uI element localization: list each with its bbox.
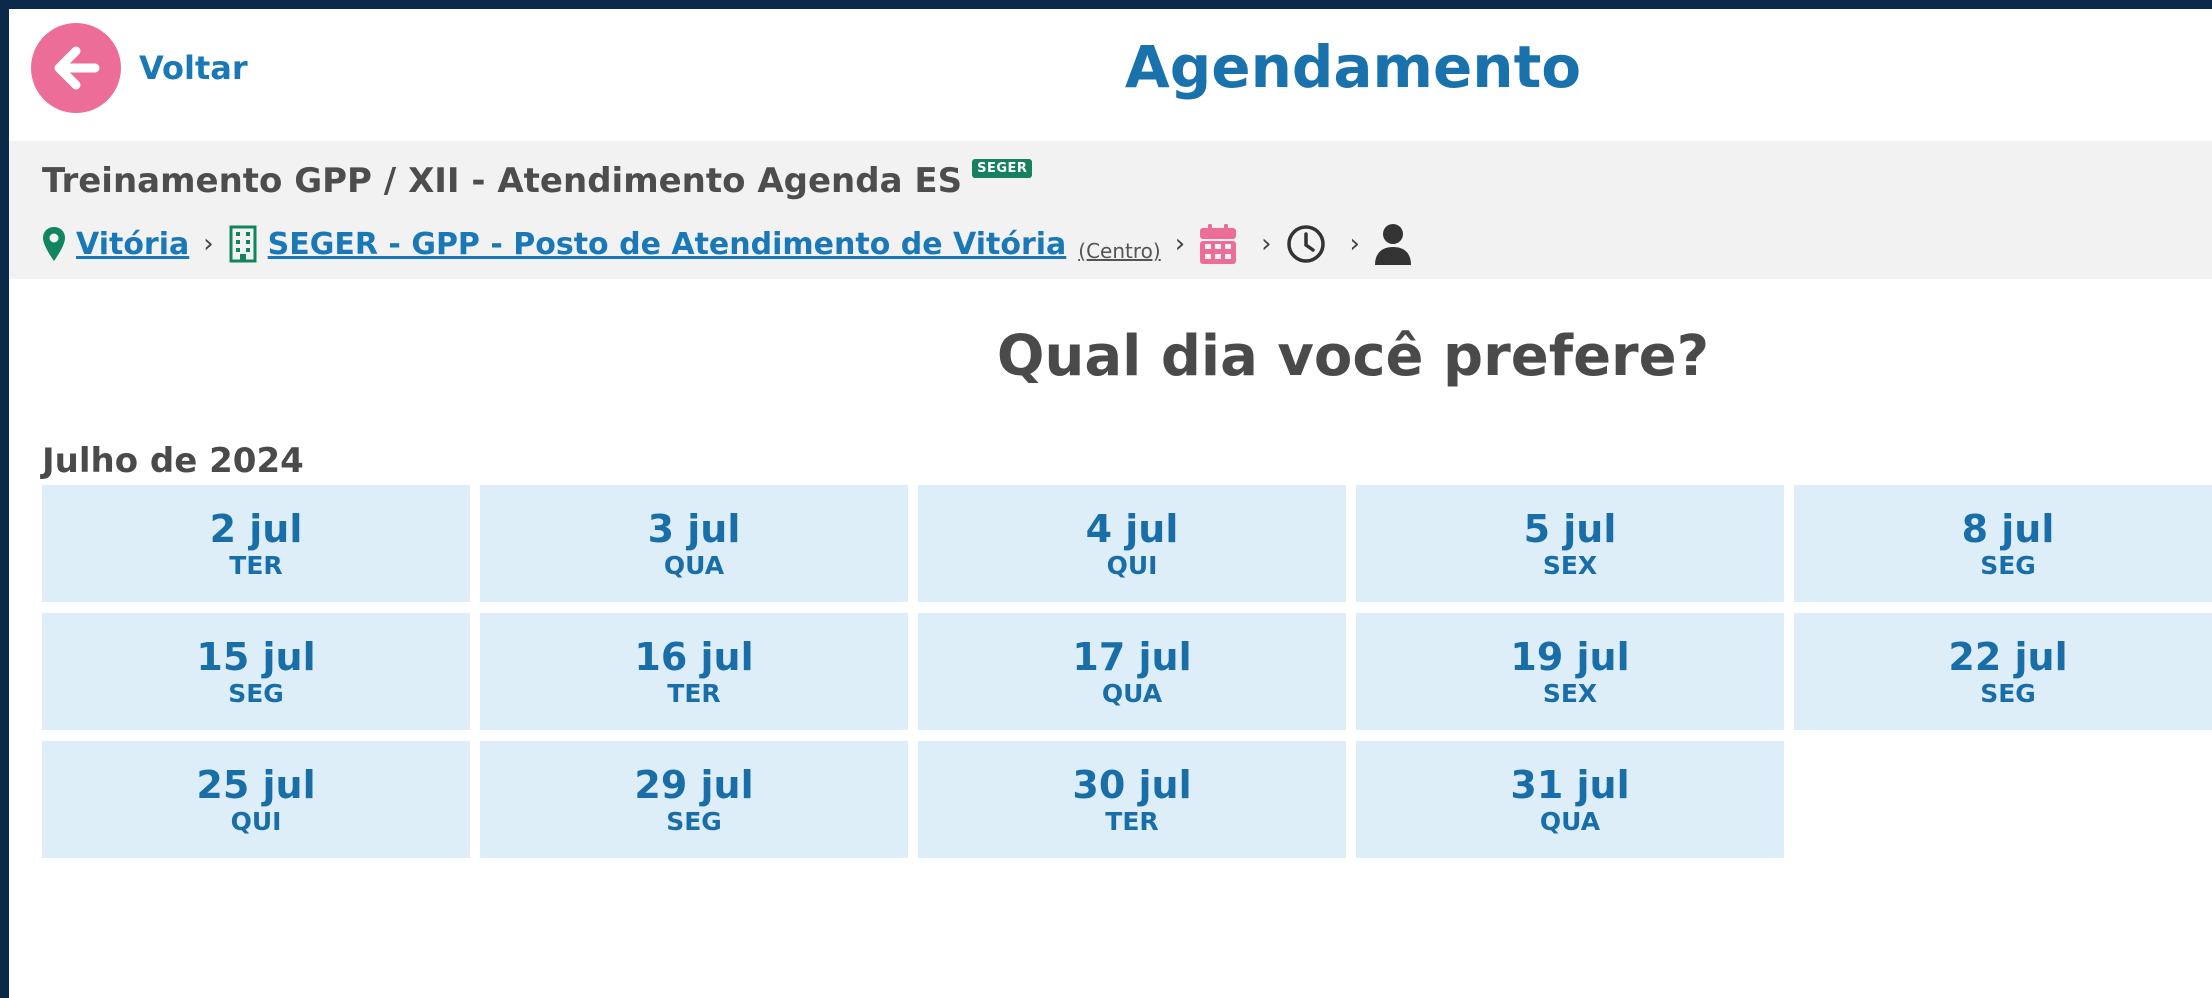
day-date: 19 jul [1510,634,1630,679]
day-option[interactable]: 22 jul SEG [1794,613,2212,730]
day-date: 22 jul [1948,634,2068,679]
day-weekday: QUA [1539,806,1601,836]
day-date: 15 jul [196,634,316,679]
day-date: 31 jul [1510,762,1630,807]
day-weekday: SEG [1980,550,2036,580]
day-option[interactable]: 30 jul TER [918,741,1346,858]
breadcrumb-separator: › [1261,229,1272,259]
question-heading: Qual dia você prefere? [996,324,1710,389]
day-weekday: SEG [1980,678,2036,708]
day-option[interactable]: 15 jul SEG [42,613,470,730]
day-weekday: SEX [1542,550,1598,580]
breadcrumb-separator: › [1349,229,1360,259]
day-option[interactable]: 31 jul QUA [1356,741,1784,858]
day-option[interactable]: 5 jul SEX [1356,485,1784,602]
day-option[interactable]: 3 jul QUA [480,485,908,602]
day-weekday: QUI [230,806,282,836]
day-weekday: QUA [1101,678,1163,708]
day-option[interactable]: 19 jul SEX [1356,613,1784,730]
breadcrumb-separator: › [203,229,214,259]
org-badge: SEGER [972,159,1033,178]
day-option[interactable]: 2 jul TER [42,485,470,602]
day-option[interactable]: 8 jul SEG [1794,485,2212,602]
page-title: Agendamento [1124,33,1582,101]
day-weekday: QUI [1106,550,1158,580]
day-option[interactable]: 4 jul QUI [918,485,1346,602]
day-date: 29 jul [634,762,754,807]
map-pin-icon [42,226,66,262]
day-date: 8 jul [1961,506,2055,551]
service-info-bar: Treinamento GPP / XII - Atendimento Agen… [9,141,2212,279]
day-weekday: QUA [663,550,725,580]
clock-icon [1286,224,1326,264]
day-date: 16 jul [634,634,754,679]
service-name: Treinamento GPP / XII - Atendimento Agen… [42,161,963,201]
calendar-icon [1199,223,1237,265]
day-weekday: SEG [666,806,722,836]
service-title: Treinamento GPP / XII - Atendimento Agen… [42,159,1033,201]
day-date: 17 jul [1072,634,1192,679]
day-weekday: SEG [228,678,284,708]
day-option[interactable]: 17 jul QUA [918,613,1346,730]
day-grid: 2 jul TER 3 jul QUA 4 jul QUI 5 jul SEX 8 jul SEG… [42,485,2212,858]
month-heading: Julho de 2024 [42,441,304,481]
breadcrumb-location-district[interactable]: (Centro) [1078,239,1160,263]
app-window: Voltar Agendamento Treinamento GPP / XII… [9,9,2212,998]
breadcrumb-city-link[interactable]: Vitória [76,227,189,262]
day-option[interactable]: 16 jul TER [480,613,908,730]
day-option[interactable]: 29 jul SEG [480,741,908,858]
day-weekday: TER [229,550,283,580]
day-option[interactable]: 25 jul QUI [42,741,470,858]
day-date: 2 jul [209,506,303,551]
breadcrumb-location-link[interactable]: SEGER - GPP - Posto de Atendimento de Vi… [268,227,1067,262]
person-icon [1374,223,1412,265]
top-bar: Voltar Agendamento [9,9,2212,141]
breadcrumb: Vitória › SEGER - GPP - Posto de Atendim… [42,223,1422,265]
building-icon [228,225,258,263]
day-date: 4 jul [1085,506,1179,551]
day-weekday: TER [1105,806,1159,836]
day-date: 30 jul [1072,762,1192,807]
day-weekday: SEX [1542,678,1598,708]
day-weekday: TER [667,678,721,708]
day-date: 3 jul [647,506,741,551]
breadcrumb-separator: › [1174,229,1186,259]
day-date: 5 jul [1523,506,1617,551]
day-date: 25 jul [196,762,316,807]
